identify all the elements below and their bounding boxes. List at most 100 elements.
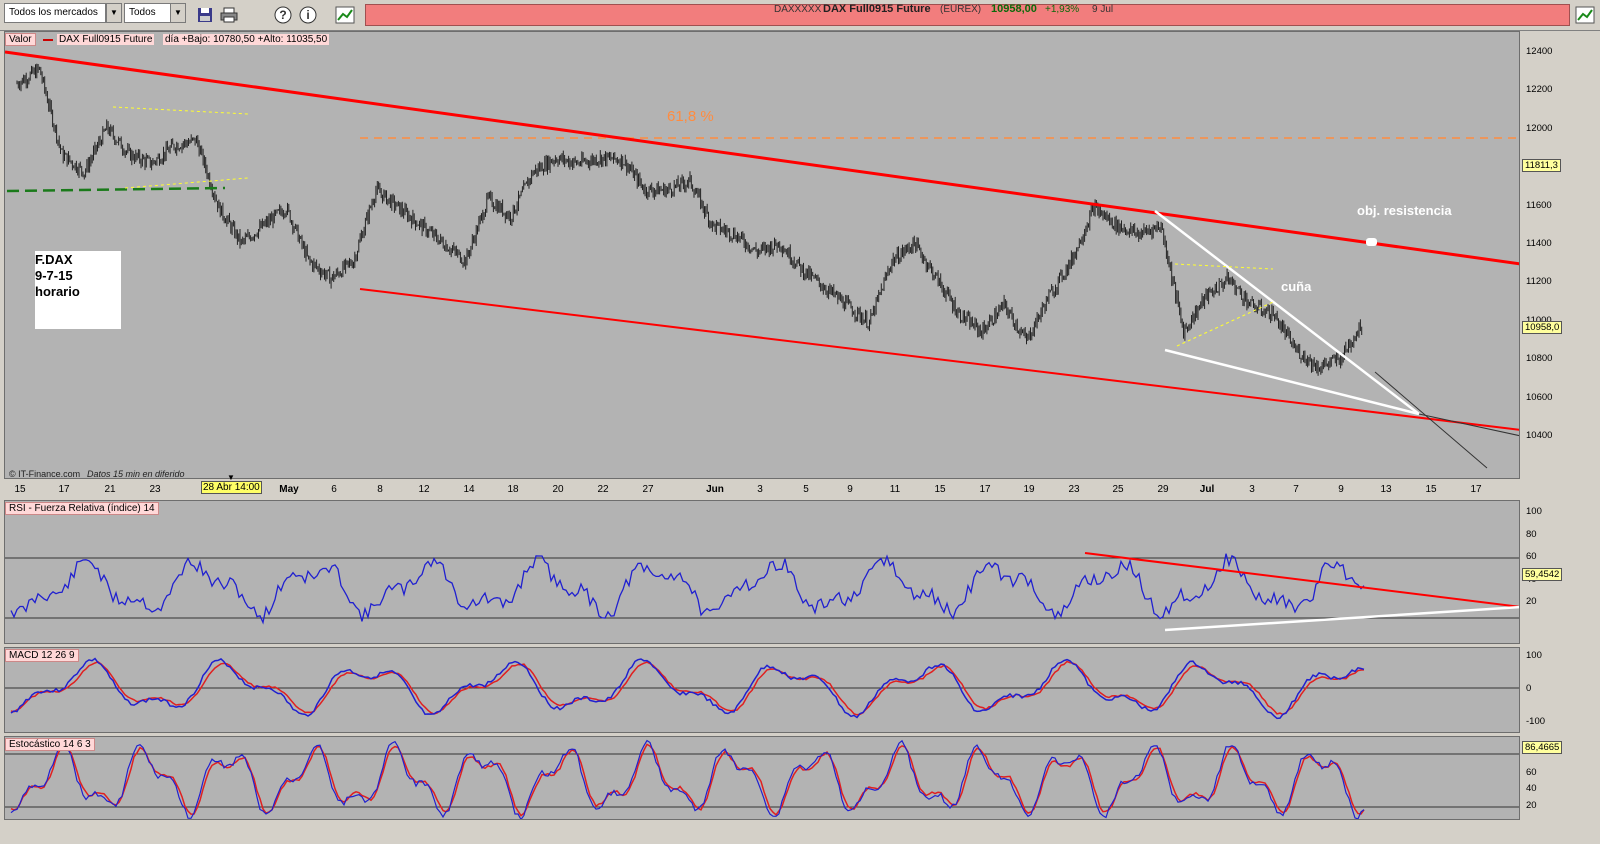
rsi-pane[interactable]: RSI - Fuerza Relativa (índice) 14 bbox=[4, 500, 1520, 644]
ticker-date: 9 Jul bbox=[1092, 4, 1114, 15]
rsi-line bbox=[10, 553, 1365, 625]
rsi-y-tick: 80 bbox=[1526, 528, 1537, 540]
series-swatch bbox=[43, 39, 53, 41]
wedge-lower-line bbox=[1164, 348, 1420, 416]
x-axis-label: 12 bbox=[418, 484, 430, 495]
toolbar: Todos los mercados ▼ Todos ▼ ? i DAXXXXX… bbox=[0, 0, 1600, 31]
cursor-marker-icon: ▼ bbox=[227, 473, 235, 482]
source-name: IT-Finance.com bbox=[18, 469, 81, 479]
x-axis-label: 5 bbox=[803, 484, 809, 495]
rsi-y-tick: 100 bbox=[1526, 506, 1542, 517]
save-icon[interactable] bbox=[194, 4, 216, 26]
price-y-tick: 10600 bbox=[1526, 391, 1553, 403]
x-axis-label: 29 bbox=[1157, 484, 1169, 495]
info-icon[interactable]: i bbox=[297, 4, 319, 26]
macd-y-tick: 100 bbox=[1526, 650, 1542, 661]
annotation-note: F.DAX 9-7-15 horario bbox=[35, 251, 121, 329]
x-axis-label: 23 bbox=[1068, 484, 1080, 495]
x-axis-label: 8 bbox=[377, 484, 383, 495]
refresh-chart-icon[interactable] bbox=[1574, 4, 1596, 26]
x-axis-label: 9 bbox=[1338, 484, 1344, 495]
triangle-lower-line bbox=[124, 177, 249, 189]
support-line bbox=[6, 186, 226, 193]
macd-label: MACD 12 26 9 bbox=[5, 649, 79, 662]
x-axis-label: 27 bbox=[642, 484, 654, 495]
macd-pane[interactable]: MACD 12 26 9 bbox=[4, 647, 1520, 733]
type-filter-select[interactable]: Todos bbox=[124, 3, 172, 23]
source-text: © IT-Finance.com bbox=[9, 469, 81, 479]
print-icon[interactable] bbox=[218, 4, 240, 26]
x-axis-label: 17 bbox=[1470, 484, 1482, 495]
price-chart-pane[interactable]: Valor DAX Full0915 Future día +Bajo: 107… bbox=[4, 31, 1520, 479]
x-axis-label: 7 bbox=[1293, 484, 1299, 495]
price-y-tick: 12200 bbox=[1526, 84, 1553, 96]
price-y-axis: 1240012200120001180011600114001120011000… bbox=[1520, 31, 1600, 479]
type-filter-dropdown-icon[interactable]: ▼ bbox=[170, 3, 186, 23]
svg-text:?: ? bbox=[279, 8, 286, 22]
rsi-label: RSI - Fuerza Relativa (índice) 14 bbox=[5, 502, 159, 515]
wedge-upper-line bbox=[1154, 210, 1420, 415]
price-y-tick: 11200 bbox=[1526, 276, 1552, 288]
bottom-bar bbox=[0, 822, 1600, 844]
x-axis-label: May bbox=[279, 484, 299, 495]
x-axis-label: 15 bbox=[1425, 484, 1437, 495]
resistance-label: obj. resistencia bbox=[1357, 203, 1452, 218]
ticker-price: 10958,00 bbox=[991, 3, 1037, 15]
macd-y-tick: -100 bbox=[1526, 716, 1546, 727]
x-axis-label: 19 bbox=[1023, 484, 1035, 495]
wedge-projection-line bbox=[1374, 371, 1488, 469]
fib-label: 61,8 % bbox=[667, 108, 714, 125]
x-axis-label: 11 bbox=[889, 484, 901, 495]
day-range-text: día +Bajo: 10780,50 +Alto: 11035,50 bbox=[163, 34, 330, 45]
svg-text:i: i bbox=[306, 8, 309, 22]
market-filter-select[interactable]: Todos los mercados bbox=[4, 3, 106, 23]
channel-lower-line bbox=[359, 288, 1519, 431]
ticker-exchange: (EUREX) bbox=[940, 4, 982, 15]
x-axis-label: 25 bbox=[1112, 484, 1124, 495]
stochastic-label: Estocástico 14 6 3 bbox=[5, 738, 95, 751]
value-legend-label: Valor bbox=[5, 33, 36, 46]
x-axis-label: 17 bbox=[58, 484, 70, 495]
x-axis-label: 18 bbox=[507, 484, 519, 495]
x-axis-label: 13 bbox=[1380, 484, 1392, 495]
price-y-tick: 11600 bbox=[1526, 199, 1552, 211]
x-axis-label: 6 bbox=[331, 484, 337, 495]
stochastic-y-tick: 20 bbox=[1526, 800, 1537, 811]
series-name: DAX Full0915 Future bbox=[57, 34, 155, 45]
note-line-1: F.DAX bbox=[35, 252, 73, 267]
stochastic-value-box: 86,4665 bbox=[1522, 741, 1563, 754]
macd-y-tick: 0 bbox=[1526, 683, 1532, 694]
price-y-tick: 12400 bbox=[1526, 46, 1553, 57]
x-axis-label: 14 bbox=[463, 484, 475, 495]
delay-text: Datos 15 min en diferido bbox=[87, 469, 185, 479]
stochastic-pane[interactable]: Estocástico 14 6 3 bbox=[4, 736, 1520, 820]
market-filter-dropdown-icon[interactable]: ▼ bbox=[106, 3, 122, 23]
stochastic-y-tick: 40 bbox=[1526, 783, 1537, 794]
price-y-tick: 10800 bbox=[1526, 353, 1553, 365]
x-axis-label: Jun bbox=[706, 484, 724, 495]
price-y-tick: 12000 bbox=[1526, 122, 1553, 134]
current-price-box: 10958,0 bbox=[1522, 321, 1563, 334]
x-axis-label: Jul bbox=[1199, 484, 1215, 495]
x-axis-label: 15 bbox=[14, 484, 26, 495]
ticker-change: +1,93% bbox=[1045, 4, 1080, 15]
x-axis-label: 20 bbox=[552, 484, 564, 495]
chart-icon[interactable] bbox=[334, 4, 356, 26]
x-axis-label: 22 bbox=[597, 484, 609, 495]
resistance-target-marker bbox=[1366, 238, 1377, 246]
stochastic-y-tick: 60 bbox=[1526, 767, 1537, 778]
x-axis-label: 15 bbox=[934, 484, 946, 495]
x-axis-label: 3 bbox=[757, 484, 763, 495]
x-axis-label: 21 bbox=[104, 484, 116, 495]
wedge-label: cuña bbox=[1281, 279, 1312, 294]
rsi-y-axis: 10080604020 59,4542 bbox=[1520, 500, 1600, 644]
rsi-canvas bbox=[5, 552, 1519, 632]
triangle-upper-line bbox=[112, 106, 249, 115]
price-chart-canvas bbox=[5, 50, 1519, 469]
ticker-code: DAXXXXX bbox=[774, 4, 822, 15]
note-line-3: horario bbox=[35, 284, 80, 299]
cursor-date-box: 28 Abr 14:00 bbox=[201, 481, 262, 494]
help-icon[interactable]: ? bbox=[272, 4, 294, 26]
macd-y-axis: 100 0 -100 bbox=[1520, 647, 1600, 733]
price-y-tick: 11400 bbox=[1526, 238, 1552, 249]
